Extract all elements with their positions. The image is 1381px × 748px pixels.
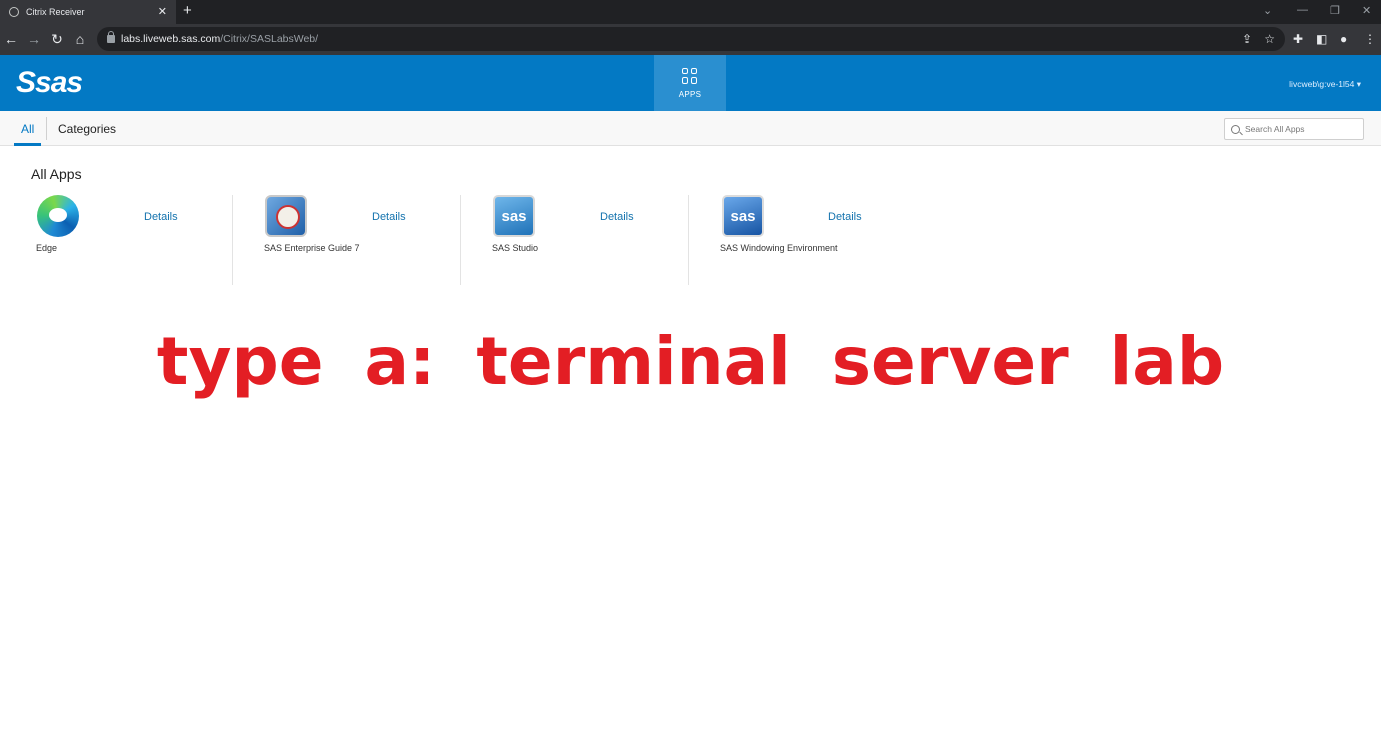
app-card-sas-windowing-environment[interactable]: sas SAS Windowing Environment Details [688, 195, 916, 285]
new-tab-button[interactable]: + [183, 3, 192, 19]
search-box[interactable] [1224, 118, 1364, 140]
sas-studio-icon[interactable]: sas [493, 195, 535, 237]
app-card-sas-studio[interactable]: sas SAS Studio Details [460, 195, 688, 285]
card-divider [460, 195, 461, 285]
restore-icon[interactable]: ❐ [1330, 4, 1340, 17]
tab-divider [46, 117, 47, 140]
bookmark-star-icon[interactable]: ☆ [1264, 32, 1275, 46]
window-close-icon[interactable]: ✕ [1362, 4, 1371, 17]
url-host: labs.liveweb.sas.com [121, 33, 221, 45]
app-card-sas-enterprise-guide[interactable]: SAS Enterprise Guide 7 Details [232, 195, 460, 285]
app-name[interactable]: SAS Enterprise Guide 7 [264, 243, 360, 253]
user-menu[interactable]: livcweb\g:ve-1l54 ▾ [1289, 79, 1361, 90]
apps-grid-icon [682, 67, 698, 84]
card-divider [232, 195, 233, 285]
tab-categories[interactable]: Categories [58, 122, 116, 136]
browser-tab-bar: Citrix Receiver ✕ + ⌄ — ❐ ✕ [0, 0, 1381, 24]
app-card-edge[interactable]: Edge Details [8, 195, 236, 285]
tab-title: Citrix Receiver [26, 7, 85, 17]
overlay-caption: type a: terminal server lab [156, 323, 1225, 400]
tab-close-icon[interactable]: ✕ [158, 5, 167, 18]
menu-icon[interactable]: ⋮ [1364, 32, 1376, 46]
side-panel-icon[interactable]: ◧ [1316, 32, 1327, 46]
app-name[interactable]: SAS Windowing Environment [720, 243, 838, 253]
details-link[interactable]: Details [600, 211, 634, 223]
share-icon[interactable]: ⇪ [1242, 32, 1252, 46]
search-input[interactable] [1245, 124, 1355, 134]
app-header: Ssas APPS livcweb\g:ve-1l54 ▾ [0, 55, 1381, 111]
browser-tab[interactable]: Citrix Receiver ✕ [0, 0, 176, 24]
extensions-icon[interactable]: ✚ [1293, 32, 1303, 46]
details-link[interactable]: Details [144, 211, 178, 223]
minimize-icon[interactable]: — [1297, 4, 1308, 16]
details-link[interactable]: Details [828, 211, 862, 223]
sub-navigation: All Categories [0, 111, 1381, 146]
tab-search-icon[interactable]: ⌄ [1263, 4, 1272, 17]
tab-all[interactable]: All [21, 122, 34, 136]
home-icon[interactable]: ⌂ [72, 30, 88, 48]
profile-icon[interactable]: ● [1340, 32, 1347, 46]
reload-icon[interactable]: ↻ [49, 30, 65, 48]
card-divider [688, 195, 689, 285]
edge-browser-icon[interactable] [37, 195, 79, 237]
sas-logo: Ssas [16, 66, 83, 99]
app-name[interactable]: Edge [36, 243, 57, 253]
details-link[interactable]: Details [372, 211, 406, 223]
apps-label: APPS [678, 89, 702, 99]
browser-toolbar: ← → ↻ ⌂ labs.liveweb.sas.com/Citrix/SASL… [0, 24, 1381, 55]
section-title: All Apps [31, 166, 82, 182]
active-tab-indicator [14, 143, 41, 146]
apps-nav-button[interactable]: APPS [654, 55, 726, 111]
address-bar[interactable]: labs.liveweb.sas.com/Citrix/SASLabsWeb/ … [97, 27, 1285, 51]
sas-enterprise-guide-icon[interactable] [265, 195, 307, 237]
sas-windowing-icon[interactable]: sas [722, 195, 764, 237]
lock-icon [107, 31, 115, 43]
forward-icon[interactable]: → [26, 30, 42, 48]
search-icon [1231, 124, 1240, 134]
back-icon[interactable]: ← [3, 30, 19, 48]
app-name[interactable]: SAS Studio [492, 243, 538, 253]
citrix-favicon-icon [9, 7, 19, 17]
url-path: /Citrix/SASLabsWeb/ [220, 33, 319, 45]
